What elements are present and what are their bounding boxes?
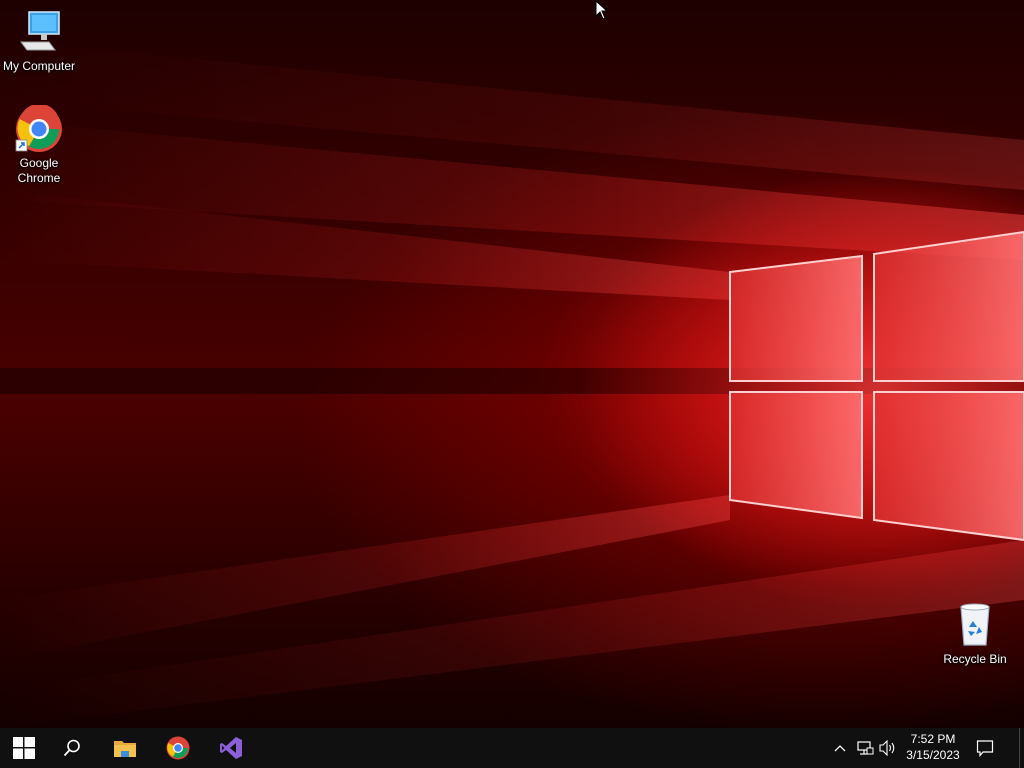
network-button[interactable] (854, 728, 876, 768)
computer-icon (20, 11, 60, 51)
taskbar-file-explorer-button[interactable] (101, 728, 149, 768)
mouse-cursor-icon (595, 0, 609, 20)
taskbar-chrome-button[interactable] (154, 728, 202, 768)
wallpaper-image (0, 40, 1024, 728)
search-icon (63, 739, 80, 757)
taskbar-visual-studio-button[interactable] (207, 728, 255, 768)
notification-icon (976, 740, 994, 757)
volume-icon (879, 740, 895, 756)
volume-button[interactable] (877, 728, 899, 768)
desktop-icon-recycle-bin[interactable]: Recycle Bin (937, 601, 1013, 667)
taskbar: 7:52 PM 3/15/2023 (0, 728, 1024, 768)
clock-date: 3/15/2023 (906, 748, 960, 762)
show-desktop-button[interactable] (1019, 728, 1024, 768)
chevron-up-icon (834, 745, 846, 752)
action-center-button[interactable] (970, 728, 1000, 768)
visual-studio-icon (220, 737, 242, 759)
chrome-icon (166, 736, 190, 760)
desktop: My Computer Google Chrome Recycle Bin (0, 0, 1024, 728)
desktop-icon-label: Google Chrome (17, 156, 61, 185)
search-button[interactable] (48, 728, 96, 768)
taskbar-clock[interactable]: 7:52 PM 3/15/2023 (902, 731, 964, 765)
desktop-icon-google-chrome[interactable]: Google Chrome (1, 105, 77, 186)
chrome-icon (15, 105, 62, 152)
network-icon (857, 741, 874, 755)
desktop-icon-label: Recycle Bin (943, 652, 1007, 666)
start-button[interactable] (0, 728, 48, 768)
desktop-icon-my-computer[interactable]: My Computer (1, 8, 77, 74)
windows-logo-icon (13, 737, 35, 759)
show-hidden-icons-button[interactable] (830, 728, 850, 768)
clock-time: 7:52 PM (910, 732, 956, 746)
folder-icon (114, 741, 136, 757)
recycle-bin-icon (960, 603, 990, 646)
desktop-icon-label: My Computer (2, 59, 76, 73)
